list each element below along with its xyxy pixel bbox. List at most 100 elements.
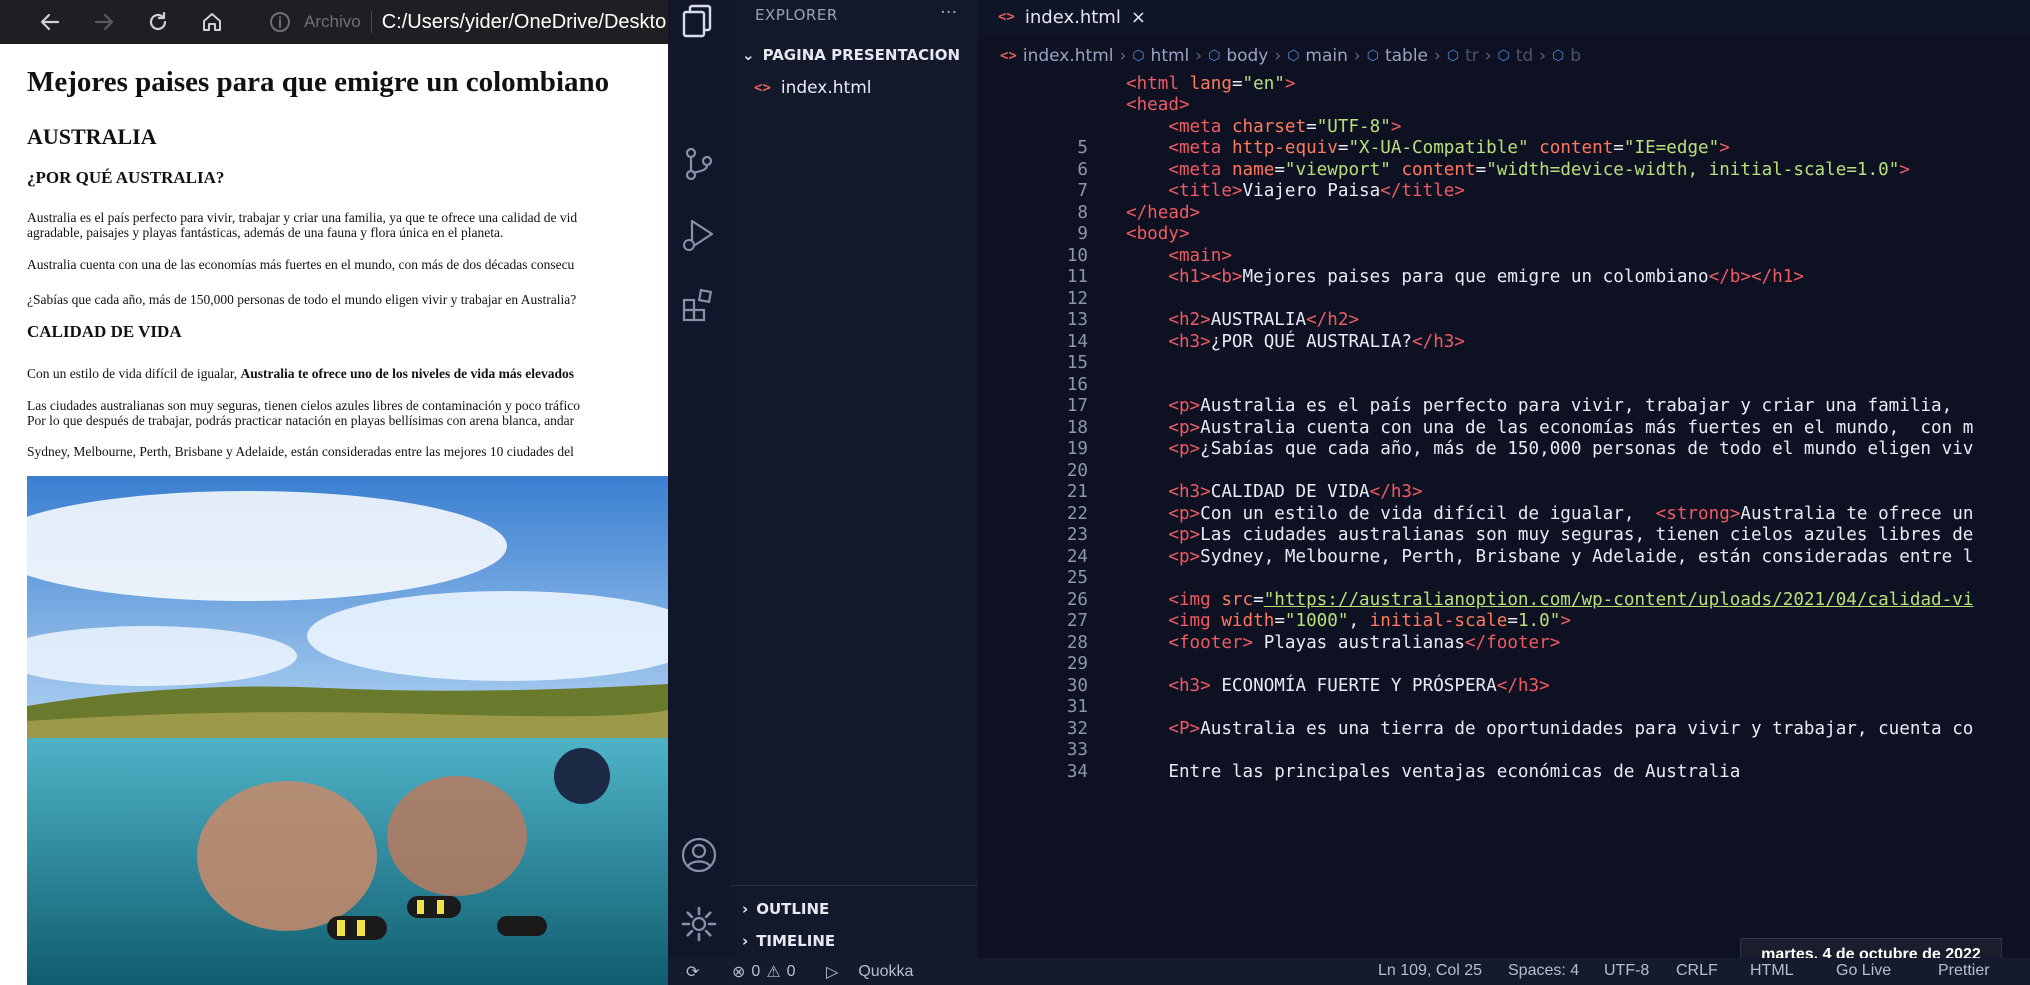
symbol-cube-icon: ⬡ <box>1497 48 1510 64</box>
paragraph-4-text: Con un estilo de vida difícil de igualar… <box>27 366 241 381</box>
outline-panel-header[interactable]: › OUTLINE <box>742 900 829 918</box>
breadcrumb-separator: › <box>1274 46 1282 66</box>
browser-toolbar: Archivo C:/Users/yider/OneDrive/Deskto <box>0 0 668 44</box>
play-icon: ▷ <box>826 964 839 981</box>
timeline-panel-header[interactable]: › TIMELINE <box>742 932 835 950</box>
breadcrumb-item[interactable]: td <box>1516 46 1533 66</box>
code-text: </head> <box>1126 202 1201 223</box>
paragraph-1a: Australia es el país perfecto para vivir… <box>27 210 578 225</box>
go-live-button[interactable]: Go Live <box>1836 962 1891 980</box>
remote-icon[interactable]: ⟳ <box>686 962 699 982</box>
breadcrumb-item[interactable]: tr <box>1465 46 1479 66</box>
explorer-title: EXPLORER <box>755 6 838 24</box>
chevron-down-icon: ⌄ <box>742 46 755 64</box>
line-ending[interactable]: CRLF <box>1676 962 1718 980</box>
explorer-files-icon[interactable] <box>680 2 718 40</box>
section-heading-australia: AUSTRALIA <box>27 124 157 149</box>
breadcrumb-separator: › <box>1195 46 1203 66</box>
browser-window: Archivo C:/Users/yider/OneDrive/Deskto M… <box>0 0 668 985</box>
paragraph-4-strong: Australia te ofrece uno de los niveles d… <box>240 366 575 381</box>
editor-area[interactable]: <> index.html × <> index.html › ⬡ html › ⬡ body… <box>978 0 2030 958</box>
symbol-cube-icon: ⬡ <box>1366 48 1379 64</box>
breadcrumb-separator: › <box>1539 46 1547 66</box>
code-text: <img src="https://australianoption.com/w… <box>1168 589 1974 610</box>
code-text: <P>Australia es una tierra de oportunida… <box>1168 718 1974 739</box>
source-control-icon[interactable] <box>680 145 718 183</box>
breadcrumb-item[interactable]: table <box>1385 46 1428 66</box>
paragraph-1b: agradable, paisajes y playas fantásticas… <box>27 225 504 240</box>
tab-index-html[interactable]: <> index.html × <box>978 0 1162 34</box>
close-icon[interactable]: × <box>1131 7 1146 28</box>
file-item-index[interactable]: <> index.html <box>754 78 872 98</box>
breadcrumb: <> index.html › ⬡ html › ⬡ body › ⬡ main › ⬡ table › ⬡ t… <box>978 44 1581 68</box>
folder-label: PAGINA PRESENTACION <box>762 46 961 64</box>
page-heading: Mejores paises para que emigre un colomb… <box>27 66 610 98</box>
quokka-indicator[interactable]: ▷ Quokka <box>826 962 913 982</box>
paragraph-6: Sydney, Melbourne, Perth, Brisbane y Ade… <box>27 444 574 459</box>
warning-count: 0 <box>786 963 796 980</box>
cursor-position[interactable]: Ln 109, Col 25 <box>1378 962 1482 980</box>
breadcrumb-item[interactable]: main <box>1305 46 1347 66</box>
code-text: <meta http-equiv="X-UA-Compatible" conte… <box>1168 138 1730 159</box>
chevron-right-icon: › <box>742 900 749 918</box>
account-icon[interactable] <box>680 836 718 874</box>
url-text[interactable]: C:/Users/yider/OneDrive/Deskto <box>382 11 667 34</box>
breadcrumb-item[interactable]: index.html <box>1023 46 1114 66</box>
address-bar[interactable]: Archivo C:/Users/yider/OneDrive/Deskto <box>266 8 666 36</box>
code-line[interactable]: 34 Entre las principales ventajas económ… <box>978 758 1741 786</box>
breadcrumb-item[interactable]: html <box>1151 46 1190 66</box>
line-number: 34 <box>1066 761 1088 782</box>
activity-bar <box>668 0 730 958</box>
html-file-icon: <> <box>754 80 771 96</box>
code-text: <html lang="en"> <box>1126 73 1296 94</box>
code-text: <img width="1000", initial-scale=1.0"> <box>1168 611 1571 632</box>
language-mode[interactable]: HTML <box>1750 962 1794 980</box>
panel-divider <box>730 885 978 886</box>
code-text: <footer> Playas australianas</footer> <box>1168 632 1561 653</box>
problems-indicator[interactable]: ⊗ 0 ⚠ 0 <box>732 962 796 982</box>
subheading-why: ¿POR QUÉ AUSTRALIA? <box>27 168 225 187</box>
run-debug-icon[interactable] <box>680 215 718 253</box>
encoding[interactable]: UTF-8 <box>1604 962 1649 980</box>
code-text: <p>Las ciudades australianas son muy seg… <box>1168 525 1974 546</box>
code-text: <p>Australia cuenta con una de las econo… <box>1168 417 1974 438</box>
paragraph-2: Australia cuenta con una de las economía… <box>27 257 575 272</box>
folder-item[interactable]: ⌄ PAGINA PRESENTACION <box>742 46 960 64</box>
symbol-cube-icon: ⬡ <box>1132 48 1145 64</box>
settings-gear-icon[interactable] <box>680 905 718 943</box>
outline-label: OUTLINE <box>756 900 830 918</box>
code-text: <meta charset="UTF-8"> <box>1168 116 1402 137</box>
quokka-label: Quokka <box>858 963 914 980</box>
symbol-cube-icon: ⬡ <box>1552 48 1565 64</box>
paragraph-5a: Las ciudades australianas son muy segura… <box>27 398 580 413</box>
back-arrow-icon[interactable] <box>36 8 64 36</box>
html-file-icon: <> <box>998 9 1015 25</box>
code-text: <h3>CALIDAD DE VIDA</h3> <box>1168 482 1423 503</box>
forward-arrow-icon[interactable] <box>90 8 118 36</box>
symbol-cube-icon: ⬡ <box>1287 48 1300 64</box>
indentation[interactable]: Spaces: 4 <box>1508 962 1579 980</box>
error-icon: ⊗ <box>732 964 746 981</box>
breadcrumb-item[interactable]: body <box>1226 46 1268 66</box>
home-icon[interactable] <box>198 8 226 36</box>
more-actions-icon[interactable]: ··· <box>940 2 957 23</box>
prettier-status[interactable]: Prettier <box>1938 962 1990 980</box>
breadcrumb-separator: › <box>1119 46 1127 66</box>
info-icon[interactable] <box>266 8 294 36</box>
breadcrumb-item[interactable]: b <box>1570 46 1581 66</box>
editor-tab-bar: <> index.html × <box>978 0 2030 34</box>
extensions-icon[interactable] <box>680 286 718 324</box>
breadcrumb-separator: › <box>1434 46 1441 66</box>
tab-label: index.html <box>1024 6 1121 28</box>
chevron-right-icon: › <box>742 932 749 950</box>
address-divider <box>370 11 372 33</box>
paragraph-3: ¿Sabías que cada año, más de 150,000 per… <box>27 292 577 307</box>
error-count: 0 <box>751 963 761 980</box>
code-text: <p>Australia es el país perfecto para vi… <box>1168 396 1953 417</box>
reload-icon[interactable] <box>144 8 172 36</box>
code-text: <p>Sydney, Melbourne, Perth, Brisbane y … <box>1168 546 1974 567</box>
breadcrumb-separator: › <box>1353 46 1361 66</box>
code-text: <head> <box>1126 95 1190 116</box>
paragraph-5b: Por lo que después de trabajar, podrás p… <box>27 413 575 428</box>
code-text: Entre las principales ventajas económica… <box>1126 761 1741 782</box>
